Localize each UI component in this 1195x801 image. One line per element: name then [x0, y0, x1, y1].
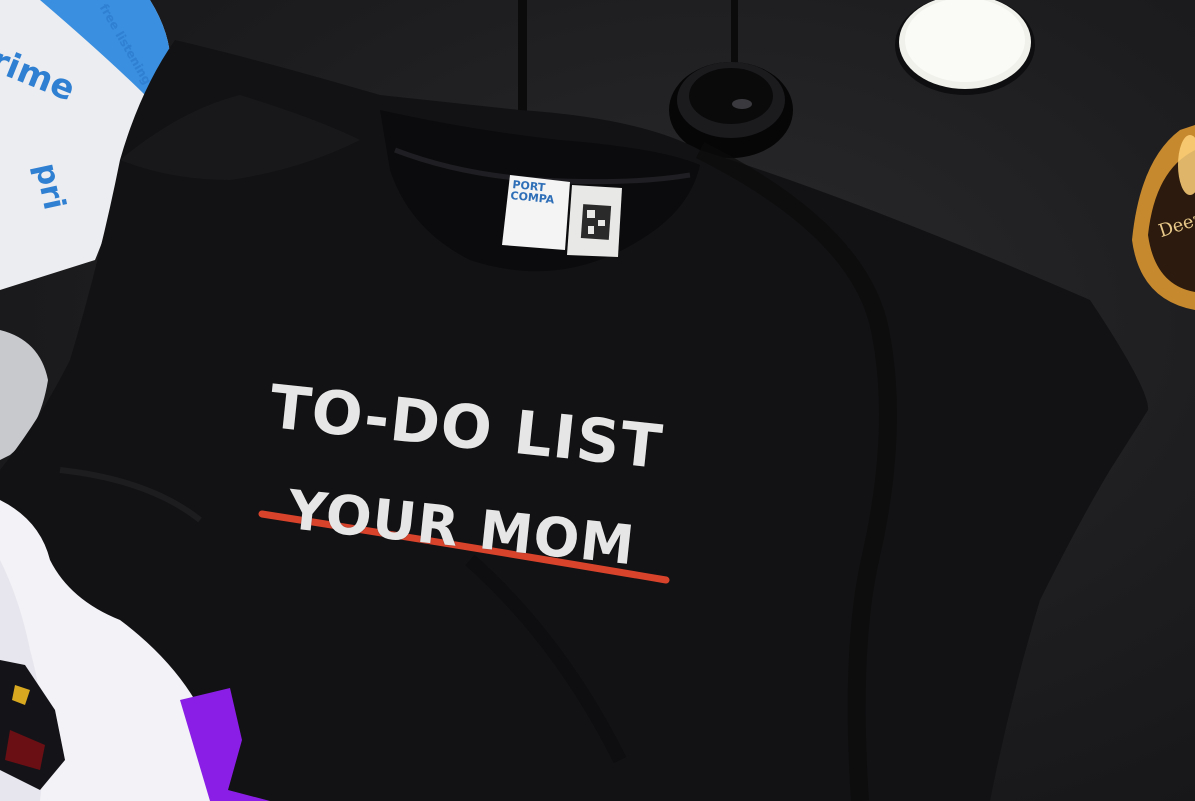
photo-scene: TO-DO LIST YOUR MOM rime free listening …: [0, 0, 1195, 801]
photo-background: [0, 0, 1195, 801]
jar-lid-icon: [895, 0, 1035, 95]
